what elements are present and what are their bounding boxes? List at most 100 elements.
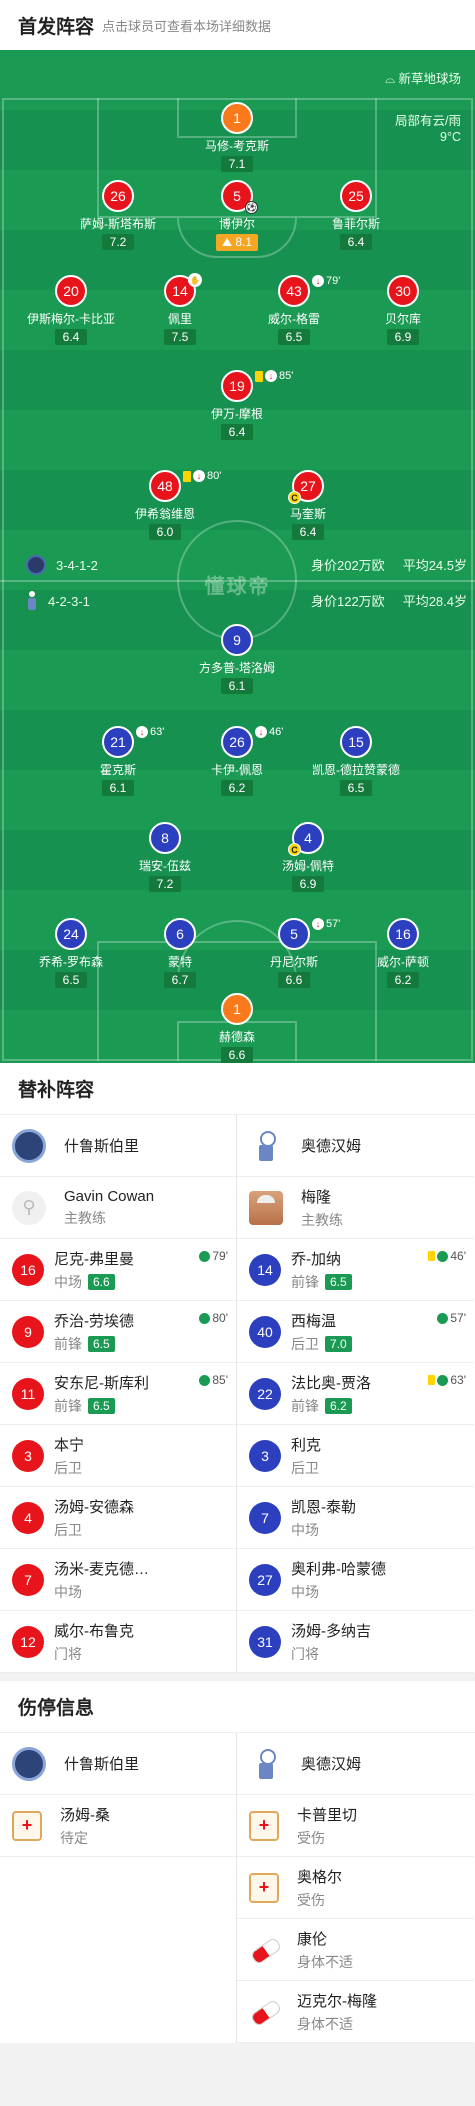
player-name: 马修-考克斯: [205, 139, 269, 153]
player-name: 尼克-弗里曼: [54, 1250, 134, 1268]
away-player[interactable]: 8 瑞安-伍兹 7.2: [110, 822, 220, 893]
yellow-card-icon: [428, 1251, 436, 1261]
home-player[interactable]: 5 ⚽ 博伊尔 ⛰ 8.1: [182, 180, 292, 251]
player-position: 前锋: [54, 1335, 82, 1352]
sub-minute: 46': [450, 1249, 466, 1263]
sub-player-row[interactable]: 4 汤姆-安德森 后卫: [0, 1487, 236, 1549]
away-player[interactable]: 15 凯恩-德拉赞蒙德 6.5: [301, 726, 411, 797]
yellow-card-icon: [183, 470, 191, 482]
sub-minute: 63': [450, 1373, 466, 1387]
coach-role: 主教练: [301, 1211, 343, 1228]
away-player[interactable]: 5 ↓ 57' 丹尼尔斯 6.6: [239, 918, 349, 989]
sub-out-icon: ↓: [265, 370, 277, 382]
player-name: 迈克尔-梅隆: [297, 1992, 377, 2010]
injured-player-row[interactable]: 汤姆-桑待定: [0, 1795, 236, 1857]
player-position: 后卫: [54, 1521, 82, 1538]
player-rating: 6.2: [221, 780, 253, 796]
home-team-logo-icon: [12, 1746, 46, 1781]
sub-minute: 57': [326, 918, 341, 930]
sub-player-row[interactable]: 11 安东尼-斯库利 前锋 6.5 85': [0, 1363, 236, 1425]
player-name: 博伊尔: [218, 217, 255, 231]
home-player[interactable]: 20 伊斯梅尔-卡比亚 6.4: [16, 275, 126, 346]
player-number: 12: [12, 1625, 44, 1658]
player-number: 48: [157, 478, 173, 494]
player-number: 3: [12, 1439, 44, 1472]
away-player[interactable]: 26 ↓ 46' 卡伊-佩恩 6.2: [182, 726, 292, 797]
sub-minute: 85': [212, 1373, 228, 1387]
pill-icon: [249, 1935, 279, 1965]
home-player[interactable]: 19 ↓ 85' 伊万-摩根 6.4: [182, 370, 293, 441]
sub-player-row[interactable]: 3 利克 后卫: [237, 1425, 474, 1487]
player-rating: 7.2: [102, 234, 134, 250]
away-team-summary: 4-2-3-1 身价122万欧 平均28.4岁: [0, 591, 475, 615]
player-position: 中场: [54, 1273, 82, 1290]
player-number: 1: [221, 102, 253, 134]
first-aid-icon: [249, 1872, 279, 1903]
sub-player-row[interactable]: 7 汤米-麦克德… 中场: [0, 1549, 236, 1611]
temperature: 9°C: [440, 130, 461, 144]
sub-player-row[interactable]: 3 本宁 后卫: [0, 1425, 236, 1487]
away-formation: 4-2-3-1: [48, 593, 90, 609]
home-subs: 什鲁斯伯里 ⚲ Gavin Cowan 主教练 16 尼克-弗里曼 中场 6.6 79…: [0, 1115, 237, 1673]
injured-player-row[interactable]: 迈克尔-梅隆 身体不适: [237, 1981, 474, 2043]
home-team-row[interactable]: 什鲁斯伯里: [0, 1733, 236, 1795]
player-number: 9: [221, 624, 253, 656]
injured-player-row[interactable]: 奥格尔受伤: [237, 1857, 474, 1919]
player-rating: 6.2: [387, 972, 419, 988]
player-number: 4: [304, 830, 312, 846]
sub-in-icon: [199, 1312, 211, 1324]
player-rating: 7.2: [149, 876, 181, 892]
player-rating: 6.4: [221, 424, 253, 440]
home-player[interactable]: 48 ↓ 80' 伊希翁维恩 6.0: [110, 470, 221, 541]
player-name: 西梅温: [291, 1312, 337, 1330]
player-name: 蒙特: [167, 955, 192, 969]
home-player[interactable]: 43 ↓ 79' 威尔-格雷 6.5: [239, 275, 349, 346]
coach-photo: [249, 1190, 283, 1225]
away-team-row[interactable]: 奥德汉姆: [237, 1115, 474, 1177]
player-name: 威尔-萨顿: [377, 955, 429, 969]
injured-player-row[interactable]: 康伦 身体不适: [237, 1919, 474, 1981]
sub-player-row[interactable]: 22 法比奥-贾洛 前锋 6.2 63': [237, 1363, 474, 1425]
player-number: 14: [249, 1253, 281, 1286]
player-name: 利克: [291, 1436, 322, 1454]
away-player[interactable]: 1 赫德森 6.6: [182, 993, 292, 1063]
home-player[interactable]: 30 贝尔库 6.9: [348, 275, 458, 346]
away-team-row[interactable]: 奥德汉姆: [237, 1733, 474, 1795]
player-name: 卡普里切: [297, 1806, 358, 1824]
away-player[interactable]: 4C 汤姆-佩特 6.9: [253, 822, 363, 893]
yellow-card-icon: [428, 1375, 436, 1385]
away-player[interactable]: 6 蒙特 6.7: [125, 918, 235, 989]
sub-player-row[interactable]: 31 汤姆-多纳吉 门将: [237, 1611, 474, 1673]
sub-player-row[interactable]: 14 乔-加纳 前锋 6.5 46': [237, 1239, 474, 1301]
player-number: 27: [249, 1563, 281, 1596]
home-player[interactable]: 26 萨姆-斯塔布斯 7.2: [63, 180, 173, 251]
sub-minute: 79': [212, 1249, 228, 1263]
player-name: 奥利弗-哈蒙德: [291, 1560, 386, 1578]
coach-name: 梅隆: [301, 1188, 332, 1206]
sub-player-row[interactable]: 27 奥利弗-哈蒙德 中场: [237, 1549, 474, 1611]
first-aid-icon: [12, 1810, 42, 1841]
away-player[interactable]: 21 ↓ 63' 霍克斯 6.1: [63, 726, 173, 797]
player-number: 6: [164, 918, 196, 950]
away-player[interactable]: 9 方多普-塔洛姆 6.1: [182, 624, 292, 695]
player-number: 25: [340, 180, 372, 212]
away-player[interactable]: 16 威尔-萨顿 6.2: [348, 918, 458, 989]
away-player[interactable]: 24 乔希-罗布森 6.5: [16, 918, 126, 989]
home-player[interactable]: 27 C 马奎斯 6.4: [253, 470, 363, 541]
injured-player-row[interactable]: 卡普里切受伤: [237, 1795, 474, 1857]
sub-player-row[interactable]: 40 西梅温 后卫 7.0 57': [237, 1301, 474, 1363]
sub-player-row[interactable]: 7 凯恩-泰勒 中场: [237, 1487, 474, 1549]
home-player[interactable]: 25 鲁菲尔斯 6.4: [301, 180, 411, 251]
sub-player-row[interactable]: 9 乔治-劳埃德 前锋 6.5 80': [0, 1301, 236, 1363]
player-position: 后卫: [291, 1335, 319, 1352]
team-name: 什鲁斯伯里: [64, 1138, 140, 1155]
sub-out-icon: ↓: [193, 470, 205, 482]
home-team-row[interactable]: 什鲁斯伯里: [0, 1115, 236, 1177]
home-player[interactable]: 14 ✋ 佩里 7.5: [125, 273, 235, 346]
player-rating: 6.1: [221, 678, 253, 694]
sub-player-row[interactable]: 16 尼克-弗里曼 中场 6.6 79': [0, 1239, 236, 1301]
player-position: 门将: [54, 1645, 82, 1662]
sub-out-icon: ↓: [312, 275, 324, 287]
home-player[interactable]: 1 马修-考克斯 7.1: [182, 102, 292, 173]
sub-player-row[interactable]: 12 威尔-布鲁克 门将: [0, 1611, 236, 1673]
